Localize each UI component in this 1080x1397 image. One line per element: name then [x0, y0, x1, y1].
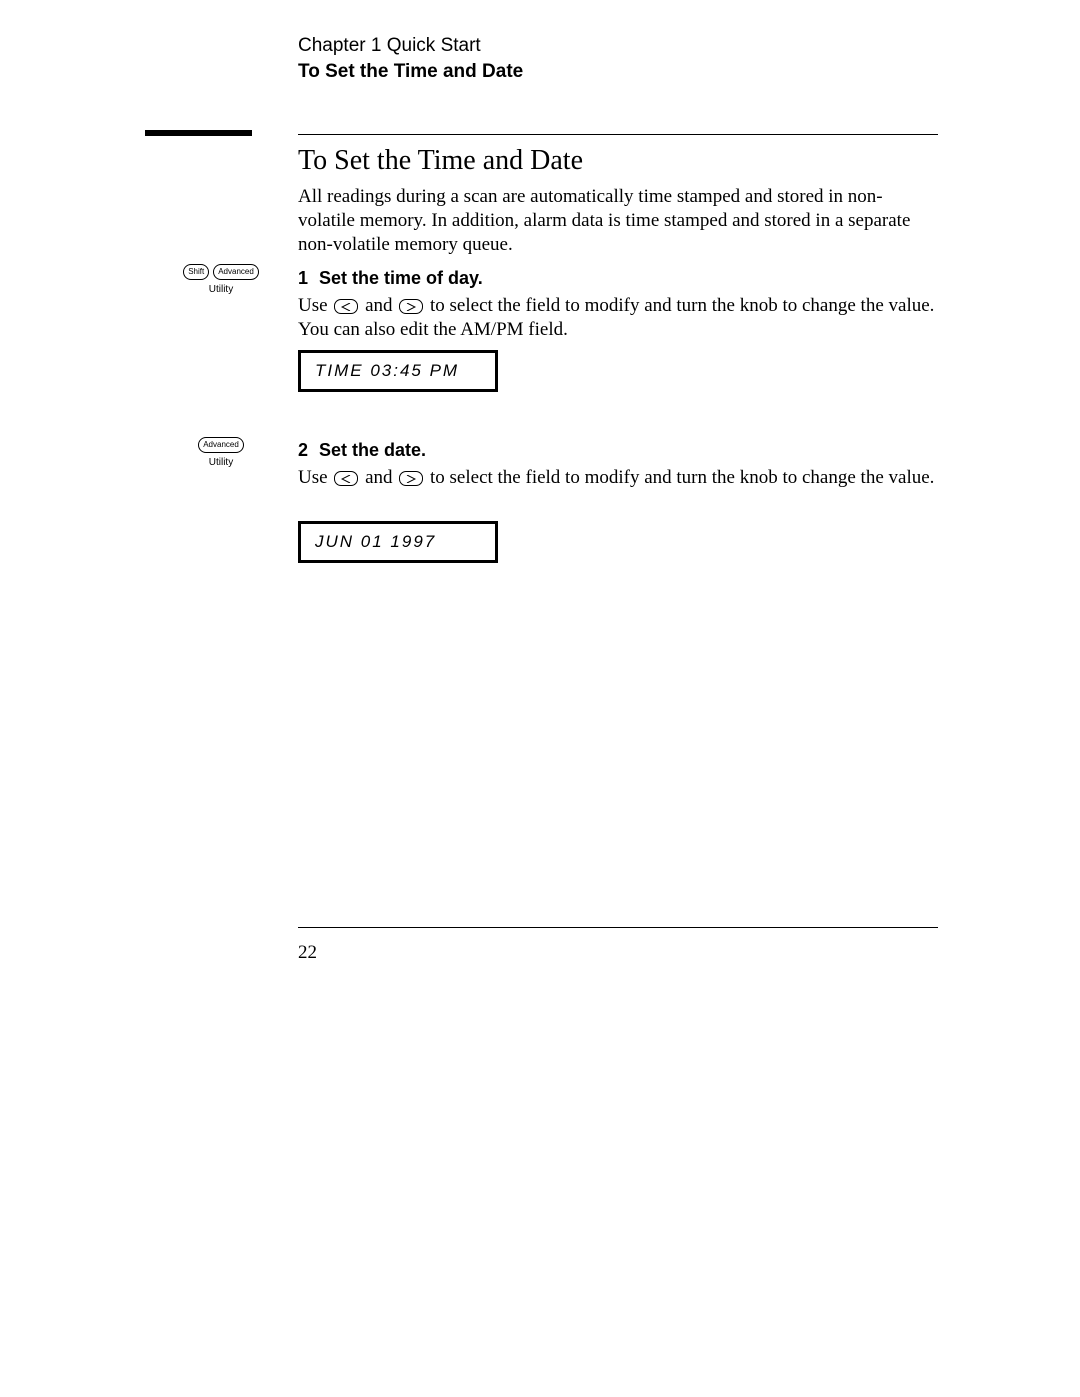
step-heading-text: Set the time of day. — [319, 268, 483, 288]
s1-mid: and — [360, 295, 397, 316]
s2-pre: Use — [298, 467, 332, 488]
page-number: 22 — [298, 942, 317, 964]
step-1-body: Use and to select the field to modify an… — [298, 294, 938, 342]
display-date: JUN 01 1997 — [298, 521, 498, 563]
chapter-label: Chapter 1 Quick Start — [298, 33, 523, 59]
s2-mid: and — [360, 467, 397, 488]
margin-buttons-step-2: Advanced Utility — [176, 437, 266, 468]
step-2-body: Use and to select the field to modify an… — [298, 466, 938, 490]
right-arrow-icon — [399, 299, 423, 314]
page: Chapter 1 Quick Start To Set the Time an… — [0, 0, 1080, 1397]
rule-top — [298, 134, 938, 135]
step-2-heading: 2 Set the date. — [298, 440, 426, 461]
running-header: Chapter 1 Quick Start To Set the Time an… — [298, 33, 523, 84]
step-number: 2 — [298, 440, 314, 461]
s2-post: to select the field to modify and turn t… — [425, 467, 934, 488]
thick-rule — [145, 130, 252, 136]
utility-label: Utility — [176, 284, 266, 295]
section-title: To Set the Time and Date — [298, 145, 583, 177]
left-arrow-icon — [334, 471, 358, 486]
utility-label: Utility — [176, 457, 266, 468]
s1-pre: Use — [298, 295, 332, 316]
advanced-key-icon: Advanced — [213, 264, 259, 280]
step-heading-text: Set the date. — [319, 440, 426, 460]
right-arrow-icon — [399, 471, 423, 486]
margin-buttons-step-1: Shift Advanced Utility — [176, 264, 266, 295]
step-1-heading: 1 Set the time of day. — [298, 268, 483, 289]
rule-bottom — [298, 927, 938, 928]
display-time-text: TIME 03:45 PM — [315, 361, 459, 381]
display-time: TIME 03:45 PM — [298, 350, 498, 392]
step-number: 1 — [298, 268, 314, 289]
header-subtitle: To Set the Time and Date — [298, 59, 523, 85]
shift-key-icon: Shift — [183, 264, 209, 280]
advanced-key-icon: Advanced — [198, 437, 244, 453]
left-arrow-icon — [334, 299, 358, 314]
intro-paragraph: All readings during a scan are automatic… — [298, 185, 938, 256]
display-date-text: JUN 01 1997 — [315, 532, 436, 552]
